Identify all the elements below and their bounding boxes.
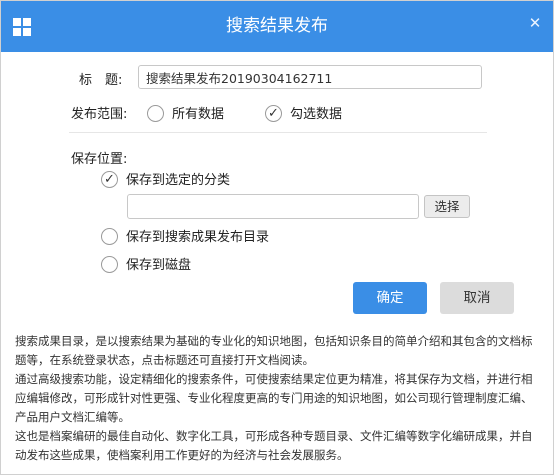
- scope-all-label[interactable]: 所有数据: [172, 103, 224, 122]
- description-paragraph: 搜索成果目录，是以搜索结果为基础的专业化的知识地图，包括知识条目的简单介绍和其包…: [15, 334, 533, 367]
- title-bar[interactable]: 搜索结果发布 ✕: [1, 1, 553, 52]
- save-to-disk-radio[interactable]: [101, 256, 118, 273]
- save-to-disk-label[interactable]: 保存到磁盘: [126, 254, 191, 273]
- close-icon[interactable]: ✕: [527, 15, 543, 31]
- save-to-publish-dir-label[interactable]: 保存到搜索成果发布目录: [126, 226, 269, 245]
- category-input[interactable]: [127, 194, 419, 219]
- ok-button[interactable]: 确定: [353, 282, 427, 314]
- scope-all-radio[interactable]: [147, 105, 164, 122]
- description-text: 搜索成果目录，是以搜索结果为基础的专业化的知识地图，包括知识条目的简单介绍和其包…: [15, 332, 537, 465]
- save-to-category-label[interactable]: 保存到选定的分类: [126, 169, 230, 188]
- save-location-label: 保存位置:: [71, 152, 128, 167]
- select-button[interactable]: 选择: [424, 195, 470, 218]
- save-to-category-radio[interactable]: [101, 171, 118, 188]
- divider: [69, 132, 487, 133]
- description-paragraph: 通过高级搜索功能，设定精细化的搜索条件，可使搜索结果定位更为精准，将其保存为文档…: [15, 372, 533, 424]
- title-label: 标 题:: [79, 73, 123, 88]
- scope-label: 发布范围:: [71, 107, 128, 122]
- description-paragraph: 这也是档案编研的最佳自动化、数字化工具，可形成各种专题目录、文件汇编等数字化编研…: [15, 429, 533, 462]
- publish-dialog: 搜索结果发布 ✕ 标 题: 发布范围: 所有数据 勾选数据 保存位置: 保存到选…: [0, 0, 554, 475]
- dialog-title: 搜索结果发布: [226, 16, 328, 36]
- save-to-publish-dir-radio[interactable]: [101, 228, 118, 245]
- scope-checked-label[interactable]: 勾选数据: [290, 103, 342, 122]
- scope-checked-radio[interactable]: [265, 105, 282, 122]
- title-input[interactable]: [138, 65, 482, 89]
- cancel-button[interactable]: 取消: [440, 282, 514, 314]
